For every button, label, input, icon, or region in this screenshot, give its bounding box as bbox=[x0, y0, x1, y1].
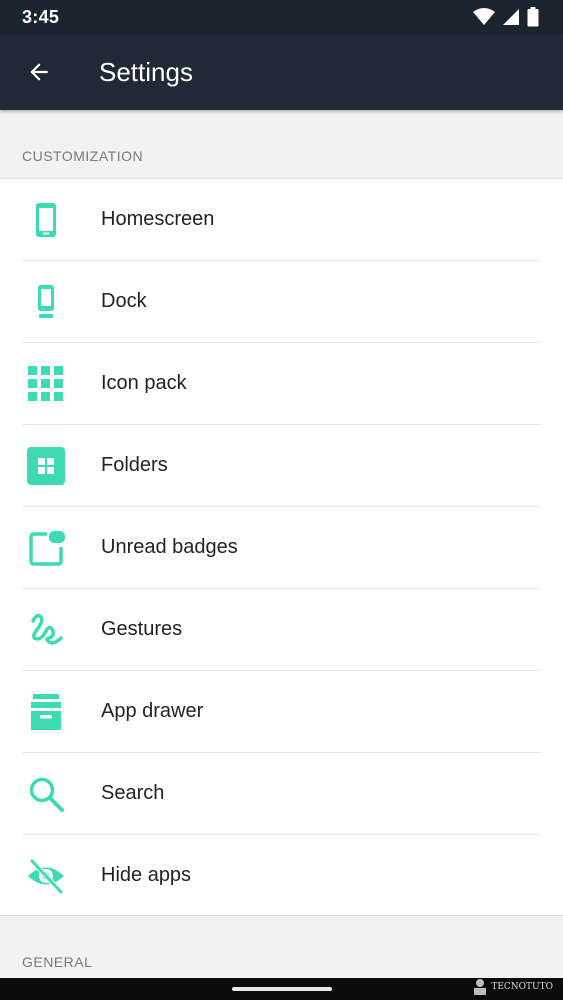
status-icons bbox=[473, 7, 539, 27]
settings-item-homescreen[interactable]: Homescreen bbox=[0, 179, 563, 261]
eye-off-icon bbox=[27, 857, 65, 895]
settings-item-label: Hide apps bbox=[101, 864, 192, 886]
drawer-icon bbox=[27, 693, 65, 731]
section-header-customization: CUSTOMIZATION bbox=[22, 148, 144, 164]
app-bar: Settings bbox=[0, 34, 563, 110]
settings-item-label: Homescreen bbox=[101, 208, 215, 230]
phone-icon bbox=[27, 201, 65, 239]
back-button[interactable] bbox=[19, 52, 59, 92]
settings-item-unread-badges[interactable]: Unread badges bbox=[0, 507, 563, 589]
settings-item-label: Search bbox=[101, 782, 165, 804]
settings-item-label: App drawer bbox=[101, 700, 204, 722]
settings-item-label: Dock bbox=[101, 290, 147, 312]
settings-item-folders[interactable]: Folders bbox=[0, 425, 563, 507]
search-icon bbox=[27, 775, 65, 813]
wifi-icon bbox=[473, 8, 495, 26]
battery-icon bbox=[527, 7, 539, 27]
settings-item-label: Icon pack bbox=[101, 372, 187, 394]
home-gesture-handle[interactable] bbox=[232, 987, 332, 991]
watermark-text: TECNOTUTO bbox=[491, 982, 553, 992]
settings-item-search[interactable]: Search bbox=[0, 753, 563, 835]
watermark-logo-icon bbox=[474, 979, 487, 995]
watermark: TECNOTUTO bbox=[473, 978, 553, 996]
settings-list: Homescreen Dock Icon pack Folders Unread… bbox=[0, 178, 563, 916]
settings-item-label: Unread badges bbox=[101, 536, 238, 558]
badge-icon bbox=[27, 529, 65, 567]
phone-dock-icon bbox=[27, 283, 65, 321]
settings-item-icon-pack[interactable]: Icon pack bbox=[0, 343, 563, 425]
section-header-general: GENERAL bbox=[22, 954, 93, 970]
settings-item-label: Gestures bbox=[101, 618, 183, 640]
settings-item-label: Folders bbox=[101, 454, 168, 476]
settings-item-app-drawer[interactable]: App drawer bbox=[0, 671, 563, 753]
gesture-icon bbox=[27, 611, 65, 649]
folder-grid-icon bbox=[27, 447, 65, 485]
settings-item-gestures[interactable]: Gestures bbox=[0, 589, 563, 671]
arrow-back-icon bbox=[30, 63, 48, 81]
settings-item-hide-apps[interactable]: Hide apps bbox=[0, 835, 563, 917]
settings-item-dock[interactable]: Dock bbox=[0, 261, 563, 343]
status-time: 3:45 bbox=[22, 6, 60, 27]
signal-icon bbox=[503, 8, 519, 26]
page-title: Settings bbox=[99, 56, 193, 87]
status-bar: 3:45 bbox=[0, 0, 563, 34]
grid-icon bbox=[27, 365, 65, 403]
